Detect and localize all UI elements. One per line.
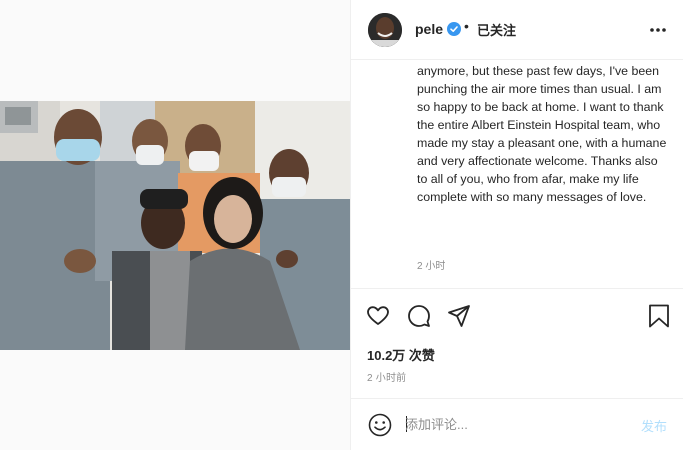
comment-input[interactable] bbox=[405, 413, 625, 435]
following-button[interactable]: 已关注 bbox=[477, 20, 516, 39]
post-timestamp[interactable]: 2 小时前 bbox=[367, 369, 406, 384]
heart-icon[interactable] bbox=[365, 303, 391, 329]
verified-badge-icon bbox=[447, 22, 461, 36]
post-comment-button[interactable]: 发布 bbox=[641, 416, 667, 435]
post-header: pele • 已关注 bbox=[351, 0, 683, 60]
emoji-smile-icon[interactable] bbox=[367, 412, 393, 438]
like-count[interactable]: 10.2万 次赞 bbox=[367, 345, 435, 364]
post-side-panel: pele • 已关注 anymore, but these past few d… bbox=[351, 0, 683, 450]
comment-bubble-icon[interactable] bbox=[406, 303, 432, 329]
media-pane bbox=[0, 0, 350, 450]
post-caption: anymore, but these past few days, I've b… bbox=[417, 64, 667, 204]
username[interactable]: pele bbox=[415, 21, 443, 37]
paper-plane-icon[interactable] bbox=[446, 303, 472, 329]
more-options-icon[interactable] bbox=[647, 20, 669, 40]
header-separator: • bbox=[464, 18, 469, 34]
comment-bar: 发布 bbox=[351, 398, 683, 450]
bookmark-icon[interactable] bbox=[646, 303, 672, 329]
post-photo[interactable] bbox=[0, 101, 350, 350]
avatar[interactable] bbox=[368, 13, 402, 47]
post-actions: 10.2万 次赞 2 小时前 bbox=[351, 288, 683, 398]
caption-timestamp[interactable]: 2 小时 bbox=[417, 257, 445, 272]
